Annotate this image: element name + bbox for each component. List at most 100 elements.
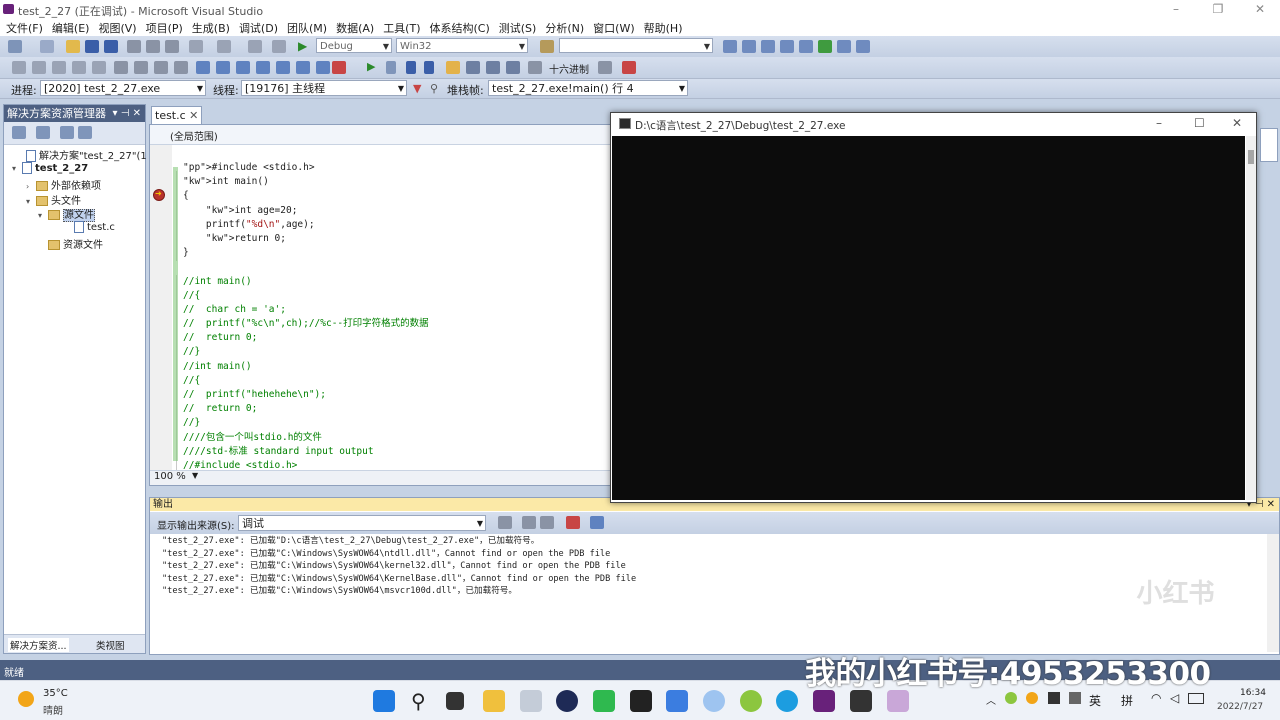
step-into-icon[interactable]	[466, 61, 480, 74]
console-maximize-icon[interactable]: ☐	[1194, 116, 1205, 130]
hex-display-button[interactable]: 十六进制	[549, 61, 589, 76]
tree-item[interactable]: ▾ 源文件	[38, 206, 95, 222]
tray-app-icon[interactable]	[1069, 692, 1081, 704]
console-window[interactable]: D:\c语言\test_2_27\Debug\test_2_27.exe – ☐…	[610, 112, 1257, 503]
expand-icon[interactable]: ▾	[38, 211, 48, 220]
properties-icon[interactable]	[761, 40, 775, 53]
volume-icon[interactable]: ◁	[1170, 691, 1179, 705]
output-source-select[interactable]: 调试 ▼	[238, 515, 486, 531]
copy-icon[interactable]	[146, 40, 160, 53]
tree-item[interactable]: 资源文件	[38, 236, 103, 251]
jetbrains-icon[interactable]	[630, 690, 652, 712]
zoom-dropdown-icon[interactable]: ▼	[192, 471, 198, 480]
prev-message-icon[interactable]	[522, 516, 536, 529]
toolbar-icon[interactable]	[92, 61, 106, 74]
hbuilder-icon[interactable]	[593, 690, 615, 712]
bookmark-icon[interactable]	[196, 61, 210, 74]
weather-temp[interactable]: 35°C	[43, 688, 68, 699]
paste-icon[interactable]	[165, 40, 179, 53]
minimize-icon[interactable]: –	[1166, 2, 1186, 16]
undo-icon[interactable]	[189, 40, 203, 53]
clock-date[interactable]: 2022/7/27	[1217, 702, 1263, 712]
scrollbar-thumb[interactable]	[1248, 150, 1254, 164]
expand-icon[interactable]: ›	[26, 182, 36, 191]
bookmark-icon[interactable]	[276, 61, 290, 74]
quickwatch-icon[interactable]	[528, 61, 542, 74]
continue-debug-icon[interactable]: ▶	[367, 60, 375, 73]
menu-item[interactable]: 文件(F)	[3, 20, 46, 36]
find-message-icon[interactable]	[498, 516, 512, 529]
scope-bar[interactable]: (全局范围)	[150, 125, 611, 145]
word-wrap-icon[interactable]	[590, 516, 604, 529]
menu-item[interactable]: 帮助(H)	[641, 20, 686, 36]
step-over-icon[interactable]	[486, 61, 500, 74]
view-class-diagram-icon[interactable]	[78, 126, 92, 139]
flag-icon[interactable]: ▼	[413, 82, 421, 95]
tab-solution-explorer[interactable]: 解决方案资...	[8, 638, 69, 652]
wifi-icon[interactable]: ◠	[1151, 691, 1161, 705]
tray-expand-icon[interactable]: ︿	[986, 692, 996, 707]
vs-code-icon[interactable]	[666, 690, 688, 712]
menu-item[interactable]: 团队(M)	[284, 20, 330, 36]
menu-item[interactable]: 调试(D)	[236, 20, 281, 36]
clear-all-icon[interactable]	[566, 516, 580, 529]
solution-explorer-icon[interactable]	[742, 40, 756, 53]
battery-icon[interactable]	[1188, 693, 1204, 704]
show-next-statement-icon[interactable]	[446, 61, 460, 74]
code-editor[interactable]: (全局范围) ➜ "pp">#include <stdio.h> "kw">int…	[149, 124, 612, 486]
show-all-files-icon[interactable]	[36, 126, 50, 139]
navigate-back-icon[interactable]	[248, 40, 262, 53]
close-tab-icon[interactable]: ✕	[189, 109, 198, 122]
expand-icon[interactable]: ▾	[12, 164, 22, 173]
bookmark-next-icon[interactable]	[236, 61, 250, 74]
console-scrollbar[interactable]	[1246, 136, 1256, 500]
output-scrollbar[interactable]	[1267, 534, 1279, 652]
break-all-icon[interactable]	[386, 61, 396, 74]
toolbar-icon[interactable]	[32, 61, 46, 74]
menu-item[interactable]: 测试(S)	[496, 20, 540, 36]
tray-app-icon[interactable]	[1048, 692, 1060, 704]
step-out-icon[interactable]	[506, 61, 520, 74]
save-icon[interactable]	[85, 40, 99, 53]
weather-sun-icon[interactable]	[18, 691, 34, 707]
weather-desc[interactable]: 晴朗	[43, 702, 63, 717]
refresh-icon[interactable]	[60, 126, 74, 139]
editor-split-control[interactable]	[1260, 128, 1278, 162]
toolbar-icon[interactable]	[72, 61, 86, 74]
visual-studio-icon[interactable]	[813, 690, 835, 712]
start-page-icon[interactable]	[818, 40, 832, 53]
clear-bookmarks-icon[interactable]	[332, 61, 346, 74]
toolbox-icon[interactable]	[799, 40, 813, 53]
tree-item[interactable]: test.c	[64, 221, 115, 233]
filter-icon[interactable]: ⚲	[430, 82, 438, 95]
redo-icon[interactable]	[217, 40, 231, 53]
ime-lang[interactable]: 英	[1089, 692, 1101, 709]
app-icon[interactable]	[740, 690, 762, 712]
tray-app-icon[interactable]	[1005, 692, 1017, 704]
tree-item[interactable]: ▾ 头文件	[26, 192, 81, 207]
continue-icon[interactable]: ▶	[298, 39, 307, 53]
breakpoints-icon[interactable]	[622, 61, 636, 74]
app-icon[interactable]	[703, 690, 725, 712]
menu-item[interactable]: 窗口(W)	[590, 20, 637, 36]
save-all-icon[interactable]	[104, 40, 118, 53]
tree-item[interactable]: ▾ test_2_27	[12, 162, 88, 174]
stack-frame-select[interactable]: test_2_27.exe!main() 行 4 ▼	[488, 80, 688, 96]
tab-test-c[interactable]: test.c ✕	[151, 106, 202, 124]
properties-icon[interactable]	[12, 126, 26, 139]
tab-class-view[interactable]: 类视图	[96, 638, 125, 652]
object-browser-icon[interactable]	[780, 40, 794, 53]
menu-item[interactable]: 分析(N)	[542, 20, 587, 36]
clock-time[interactable]: 16:34	[1240, 688, 1266, 698]
configuration-select[interactable]: Debug ▼	[316, 38, 392, 53]
menu-item[interactable]: 视图(V)	[95, 20, 139, 36]
bookmark-prev-icon[interactable]	[216, 61, 230, 74]
restart-icon[interactable]	[424, 61, 434, 74]
add-item-icon[interactable]	[40, 40, 54, 53]
navigate-forward-icon[interactable]	[272, 40, 286, 53]
indent-icon[interactable]	[134, 61, 148, 74]
file-explorer-icon[interactable]	[483, 690, 505, 712]
console-close-icon[interactable]: ✕	[1232, 116, 1242, 130]
notepad-icon[interactable]	[520, 690, 542, 712]
zoom-level[interactable]: 100 %	[154, 471, 186, 482]
